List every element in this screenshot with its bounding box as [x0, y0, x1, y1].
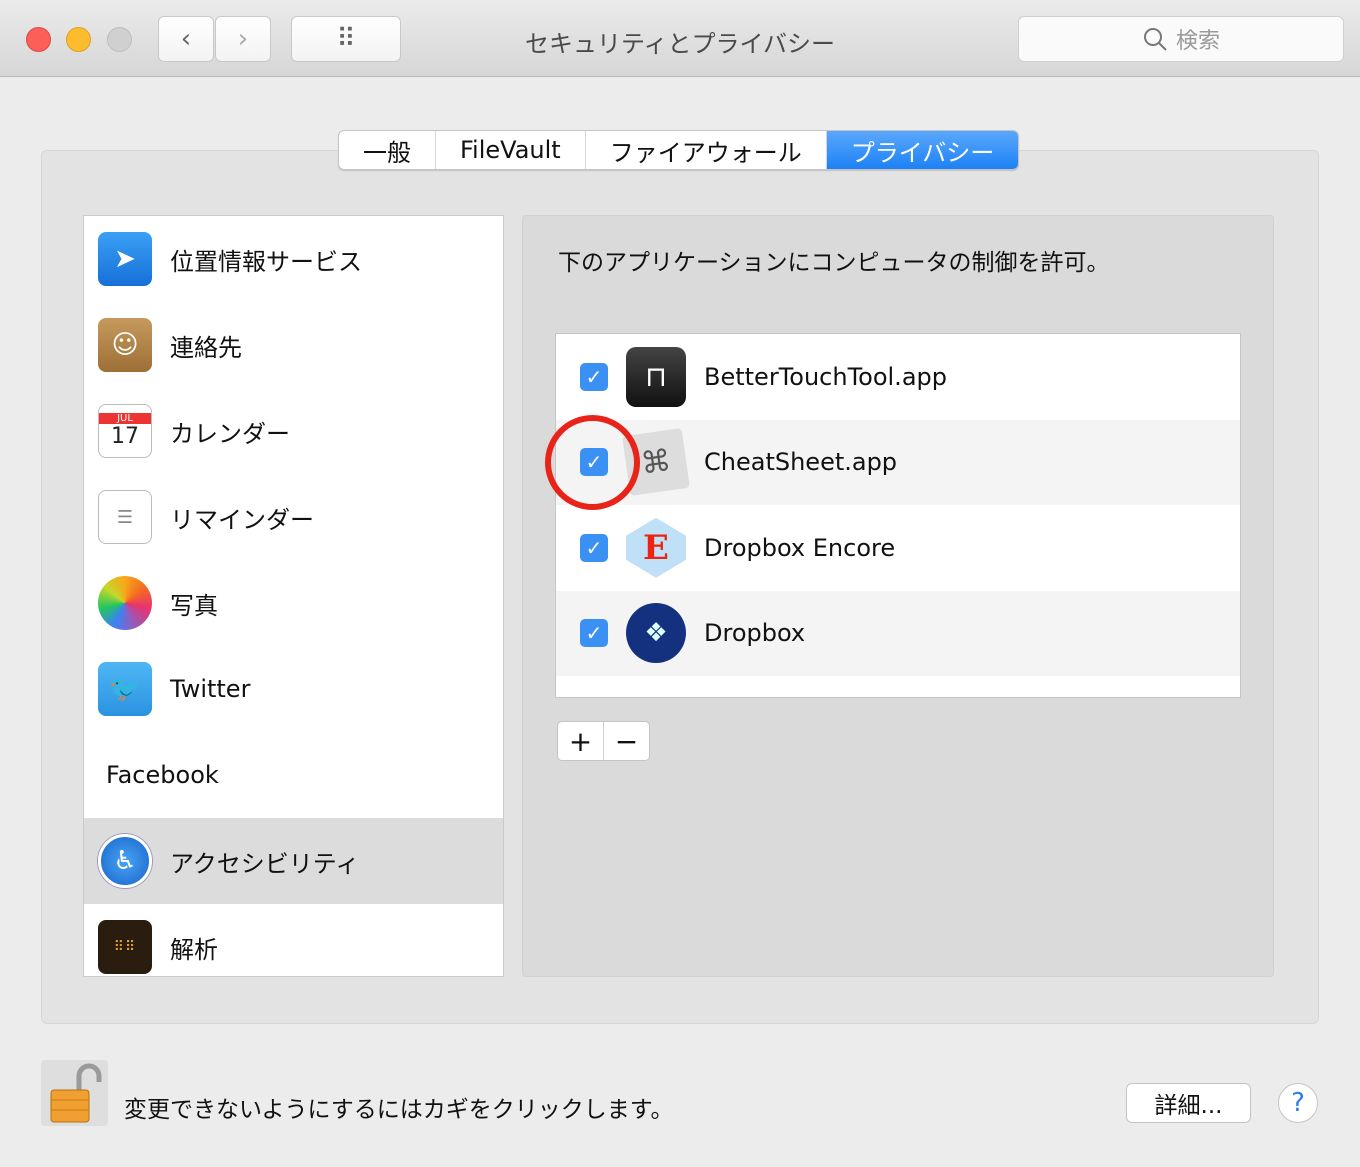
remove-app-button[interactable]: −	[604, 722, 649, 760]
window-title: セキュリティとプライバシー	[524, 30, 836, 58]
app-name: CheatSheet.app	[704, 448, 898, 477]
category-label: 連絡先	[170, 333, 242, 362]
category-twitter[interactable]: 🐦 Twitter	[84, 646, 503, 732]
category-label: Facebook	[106, 761, 219, 789]
add-remove-buttons: + −	[557, 721, 650, 761]
category-label: リマインダー	[170, 505, 314, 534]
category-accessibility[interactable]: ♿ アクセシビリティ	[84, 818, 503, 904]
title-bar: ‹ › ⠿ セキュリティとプライバシー 検索	[0, 0, 1360, 77]
tab-filevault[interactable]: FileVault	[436, 131, 586, 169]
search-placeholder: 検索	[1175, 29, 1220, 54]
app-name: Dropbox Encore	[704, 533, 896, 562]
search-icon	[1143, 28, 1167, 51]
app-list[interactable]: ✓ ⊓ BetterTouchTool.app ✓ ⌘ CheatSheet.app ✓…	[555, 333, 1241, 698]
category-contacts[interactable]: ☺ 連絡先	[84, 302, 503, 388]
highlight-circle	[545, 415, 640, 510]
show-all-button[interactable]: ⠿	[291, 16, 401, 62]
bettertouchtool-icon: ⊓	[626, 346, 686, 407]
category-label: Twitter	[170, 675, 251, 703]
list-item: ✓ ⊓ BetterTouchTool.app	[556, 334, 1240, 420]
twitter-bird-icon: 🐦	[98, 662, 152, 716]
analytics-icon: ⠿⠿	[98, 920, 152, 974]
category-analytics[interactable]: ⠿⠿ 解析	[84, 904, 503, 990]
category-photos[interactable]: 写真	[84, 560, 503, 646]
search-input[interactable]: 検索	[1018, 16, 1344, 62]
list-item: ✓ ❖ Dropbox	[556, 590, 1240, 676]
dropbox-encore-icon: E	[626, 517, 686, 578]
close-button[interactable]	[26, 27, 51, 52]
location-arrow-icon: ➤	[98, 232, 152, 286]
app-name: Dropbox	[704, 619, 806, 648]
panel-description: 下のアプリケーションにコンピュータの制御を許可。	[558, 250, 1110, 276]
details-button[interactable]: 詳細...	[1126, 1083, 1251, 1123]
app-checkbox[interactable]: ✓	[580, 533, 608, 562]
lock-button[interactable]	[41, 1060, 108, 1126]
list-item: ✓ ⌘ CheatSheet.app	[556, 419, 1240, 505]
list-item: ✓ E Dropbox Encore	[556, 505, 1240, 591]
contacts-book-icon: ☺	[98, 318, 152, 372]
calendar-month: JUL	[99, 413, 151, 424]
lock-hint: 変更できないようにするにはカギをクリックします。	[124, 1097, 674, 1123]
app-name: BetterTouchTool.app	[704, 362, 947, 391]
reminders-icon: ☰	[98, 490, 152, 544]
category-calendar[interactable]: JUL 17 カレンダー	[84, 388, 503, 474]
privacy-category-list: ➤ 位置情報サービス ☺ 連絡先 JUL 17 カレンダー ☰ リマインダー 写真 🐦 Tw…	[83, 215, 504, 977]
app-checkbox[interactable]: ✓	[580, 362, 608, 391]
chevron-left-icon: ‹	[180, 24, 192, 54]
calendar-day: 17	[111, 424, 139, 449]
tab-firewall[interactable]: ファイアウォール	[586, 131, 827, 169]
tab-general[interactable]: 一般	[339, 131, 436, 169]
accessibility-icon: ♿	[98, 834, 152, 888]
back-button[interactable]: ‹	[158, 16, 214, 62]
category-label: 写真	[170, 591, 218, 620]
unlocked-padlock-icon	[50, 1063, 102, 1123]
category-location[interactable]: ➤ 位置情報サービス	[84, 216, 503, 302]
category-reminders[interactable]: ☰ リマインダー	[84, 474, 503, 560]
tab-privacy[interactable]: プライバシー	[826, 131, 1019, 169]
forward-button[interactable]: ›	[215, 16, 271, 62]
category-facebook[interactable]: Facebook	[84, 732, 503, 818]
minimize-button[interactable]	[66, 27, 91, 52]
help-button[interactable]: ?	[1278, 1083, 1318, 1123]
category-label: カレンダー	[170, 419, 290, 448]
category-label: 位置情報サービス	[170, 247, 362, 276]
category-label: 解析	[170, 935, 218, 964]
chevron-right-icon: ›	[237, 24, 249, 54]
calendar-icon: JUL 17	[98, 404, 152, 458]
category-label: アクセシビリティ	[170, 849, 360, 878]
photos-icon	[98, 576, 152, 630]
tab-bar: 一般 FileVault ファイアウォール プライバシー	[338, 130, 1020, 170]
dropbox-icon: ❖	[626, 603, 686, 664]
zoom-button[interactable]	[107, 27, 132, 52]
app-checkbox[interactable]: ✓	[580, 619, 608, 648]
add-app-button[interactable]: +	[558, 722, 604, 760]
grid-icon: ⠿	[336, 24, 356, 54]
